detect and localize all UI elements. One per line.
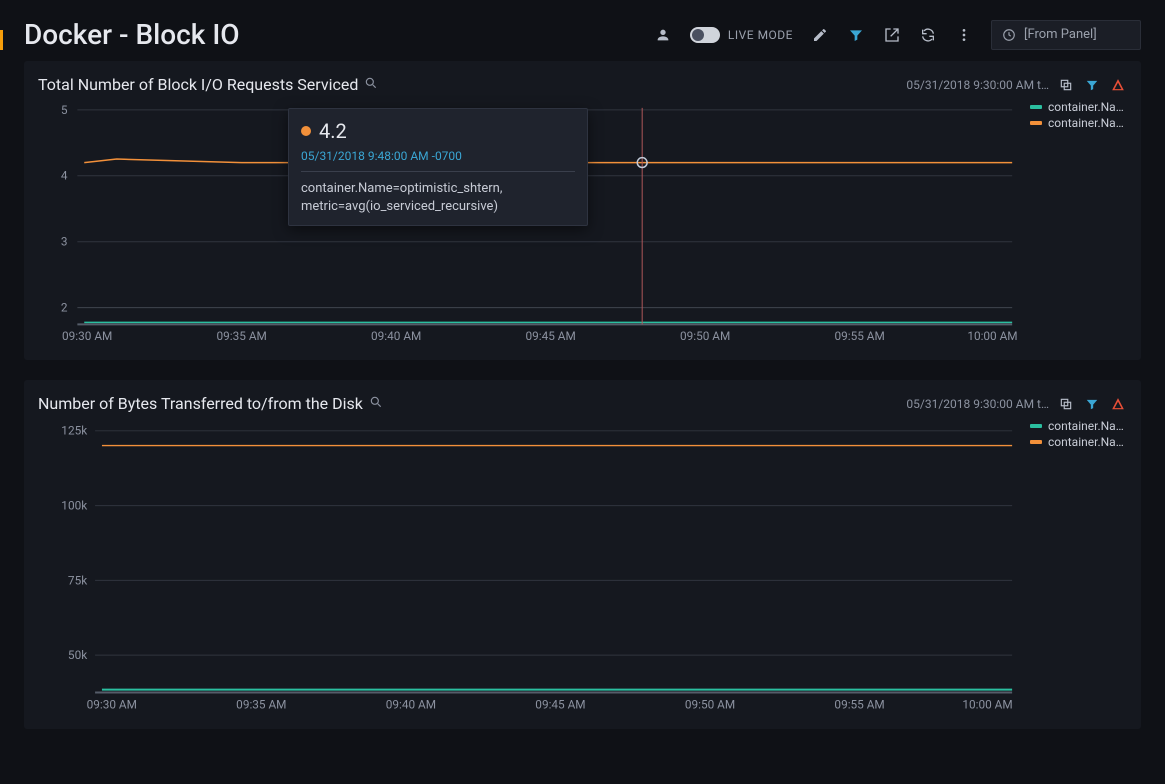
left-accent (0, 30, 3, 50)
share-icon[interactable] (883, 26, 901, 44)
svg-text:4: 4 (61, 169, 68, 183)
svg-text:2: 2 (61, 301, 68, 315)
chart-legend: container.Na… container.Na… (1022, 419, 1127, 719)
legend-label: container.Na… (1048, 435, 1124, 449)
svg-text:09:35 AM: 09:35 AM (217, 329, 267, 343)
legend-swatch-teal (1030, 105, 1042, 109)
legend-label: container.Na… (1048, 100, 1124, 114)
svg-text:09:40 AM: 09:40 AM (371, 329, 421, 343)
svg-text:10:00 AM: 10:00 AM (962, 697, 1012, 711)
magnify-icon[interactable] (364, 75, 378, 94)
svg-text:125k: 125k (61, 424, 87, 438)
edit-icon[interactable] (811, 26, 829, 44)
tooltip-value: 4.2 (319, 119, 347, 143)
svg-text:09:45 AM: 09:45 AM (535, 697, 585, 711)
svg-text:09:55 AM: 09:55 AM (834, 697, 884, 711)
svg-text:09:30 AM: 09:30 AM (87, 697, 137, 711)
panel-block-io-requests: Total Number of Block I/O Requests Servi… (24, 61, 1141, 360)
svg-text:100k: 100k (61, 499, 87, 513)
tooltip-timestamp: 05/31/2018 9:48:00 AM -0700 (301, 149, 575, 163)
clock-icon (1002, 28, 1016, 42)
panel-title-text: Number of Bytes Transferred to/from the … (38, 394, 363, 413)
panel-header: Total Number of Block I/O Requests Servi… (38, 75, 1127, 94)
legend-item[interactable]: container.Na… (1030, 100, 1127, 114)
panel-title: Total Number of Block I/O Requests Servi… (38, 75, 378, 94)
svg-text:09:50 AM: 09:50 AM (680, 329, 730, 343)
svg-text:5: 5 (61, 103, 68, 117)
svg-text:09:40 AM: 09:40 AM (386, 697, 436, 711)
warning-icon[interactable] (1109, 395, 1127, 413)
copy-icon[interactable] (1057, 76, 1075, 94)
filter-icon[interactable] (847, 26, 865, 44)
panel-meta: 05/31/2018 9:30:00 AM t… (906, 76, 1127, 94)
legend-label: container.Na… (1048, 419, 1124, 433)
panel-bytes-transferred: Number of Bytes Transferred to/from the … (24, 380, 1141, 729)
chart-legend: container.Na… container.Na… (1022, 100, 1127, 350)
page-title: Docker - Block IO (24, 18, 654, 51)
svg-text:3: 3 (61, 235, 68, 249)
user-icon[interactable] (654, 26, 672, 44)
panel-header: Number of Bytes Transferred to/from the … (38, 394, 1127, 413)
panel-time-range: 05/31/2018 9:30:00 AM t… (906, 397, 1049, 411)
refresh-icon[interactable] (919, 26, 937, 44)
legend-swatch-orange (1030, 440, 1042, 444)
svg-text:09:30 AM: 09:30 AM (62, 329, 112, 343)
legend-swatch-teal (1030, 424, 1042, 428)
chart-io-requests[interactable]: 5 4 3 2 09:30 AM 09:35 AM 09:40 AM 09:45… (38, 100, 1022, 350)
panel-meta: 05/31/2018 9:30:00 AM t… (906, 395, 1127, 413)
chart-bytes[interactable]: 125k 100k 75k 50k 09:30 AM 09:35 AM 09:4… (38, 419, 1022, 719)
magnify-icon[interactable] (369, 394, 383, 413)
live-mode-label: LIVE MODE (728, 28, 793, 42)
svg-text:50k: 50k (68, 648, 87, 662)
panel-filter-icon[interactable] (1083, 76, 1101, 94)
header-controls: LIVE MODE [From Panel] (654, 20, 1141, 50)
svg-text:09:35 AM: 09:35 AM (236, 697, 286, 711)
legend-item[interactable]: container.Na… (1030, 435, 1127, 449)
svg-text:75k: 75k (68, 573, 87, 587)
chart-tooltip: 4.2 05/31/2018 9:48:00 AM -0700 containe… (288, 108, 588, 226)
svg-text:09:45 AM: 09:45 AM (526, 329, 576, 343)
tooltip-detail: container.Name=optimistic_shtern, metric… (301, 180, 575, 215)
svg-text:10:00 AM: 10:00 AM (967, 329, 1017, 343)
time-picker-value: [From Panel] (1024, 27, 1097, 42)
dashboard-header: Docker - Block IO LIVE MODE [From Panel] (0, 0, 1165, 61)
live-mode-toggle[interactable]: LIVE MODE (690, 27, 793, 43)
legend-item[interactable]: container.Na… (1030, 116, 1127, 130)
panel-title: Number of Bytes Transferred to/from the … (38, 394, 383, 413)
legend-label: container.Na… (1048, 116, 1124, 130)
more-icon[interactable] (955, 26, 973, 44)
panel-filter-icon[interactable] (1083, 395, 1101, 413)
svg-text:09:50 AM: 09:50 AM (685, 697, 735, 711)
time-range-picker[interactable]: [From Panel] (991, 20, 1141, 50)
panel-time-range: 05/31/2018 9:30:00 AM t… (906, 78, 1049, 92)
toggle-switch[interactable] (690, 27, 720, 43)
legend-item[interactable]: container.Na… (1030, 419, 1127, 433)
warning-icon[interactable] (1109, 76, 1127, 94)
tooltip-series-dot (301, 126, 311, 136)
legend-swatch-orange (1030, 121, 1042, 125)
panel-title-text: Total Number of Block I/O Requests Servi… (38, 75, 358, 94)
svg-text:09:55 AM: 09:55 AM (834, 329, 884, 343)
copy-icon[interactable] (1057, 395, 1075, 413)
